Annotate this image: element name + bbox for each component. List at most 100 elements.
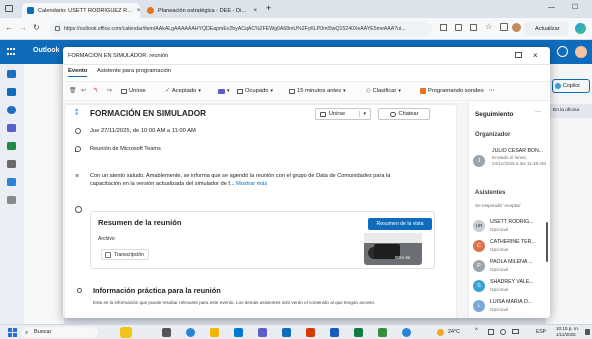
popout-icon[interactable] xyxy=(515,52,522,58)
show-more-link[interactable]: Mostrar más xyxy=(236,181,267,187)
outlook-taskbar-icon[interactable] xyxy=(282,328,291,337)
clock-date[interactable]: 1/12/2025 xyxy=(556,332,576,337)
accepted-dropdown[interactable]: ✓ Aceptado ▾ xyxy=(165,88,201,94)
onedrive-rail-icon[interactable] xyxy=(7,178,16,186)
volume-icon[interactable] xyxy=(500,329,506,335)
transcript-icon xyxy=(105,252,111,258)
join-toolbar-button[interactable]: Unirse xyxy=(121,88,146,94)
store-taskbar-icon[interactable] xyxy=(234,328,243,337)
people-rail-icon[interactable] xyxy=(7,106,16,114)
location-icon xyxy=(75,146,81,152)
close-dialog-icon[interactable]: × xyxy=(533,47,538,65)
attendee-entry[interactable]: S SHADREY VALE... Opcional xyxy=(469,277,549,299)
browser-tab-planeacion[interactable]: Planeación estratégica - DEE - Di… × xyxy=(142,3,262,18)
sidebar-scrollbar[interactable] xyxy=(546,222,548,262)
taskbar-search[interactable]: ⌕ Buscar xyxy=(22,327,98,338)
word-taskbar-icon[interactable] xyxy=(330,328,339,337)
copilot-button[interactable]: Copilot xyxy=(552,79,590,93)
collections-icon[interactable] xyxy=(500,23,508,31)
search-icon: ⌕ xyxy=(25,330,29,336)
copilot-browser-icon[interactable] xyxy=(575,23,586,34)
more-options-button[interactable]: ··· xyxy=(489,88,495,94)
windows-start-icon[interactable] xyxy=(8,328,17,337)
attendee-entry[interactable]: P PAOLA MILENA ... Opcional xyxy=(469,257,549,279)
explorer-taskbar-icon[interactable] xyxy=(210,328,219,337)
account-avatar[interactable] xyxy=(575,46,587,58)
url-field[interactable]: https://outlook.office.com/calendar/item… xyxy=(50,22,432,36)
temperature[interactable]: 24°C xyxy=(448,329,460,335)
notifications-icon[interactable] xyxy=(585,329,590,335)
reminder-dropdown[interactable]: 15 minutos antes ▾ xyxy=(289,88,346,94)
tab-label: Planeación estratégica - DEE - Di… xyxy=(158,7,247,14)
files-rail-icon[interactable] xyxy=(7,160,16,168)
task-view-icon[interactable] xyxy=(162,328,171,337)
chat-button[interactable]: Chatear xyxy=(378,108,430,120)
reply-icon[interactable]: ↩ xyxy=(81,88,86,94)
event-location: Reunión de Microsoft Teams xyxy=(90,146,161,152)
tags-dropdown[interactable]: ▾ xyxy=(218,88,230,94)
delete-icon[interactable]: 🗑 xyxy=(69,88,76,94)
reply-all-icon[interactable]: ↰ xyxy=(93,88,98,94)
back-icon[interactable]: ← xyxy=(5,23,13,32)
tab-asistente[interactable]: Asistente para programación xyxy=(97,68,171,74)
profile-avatar[interactable] xyxy=(512,23,521,32)
join-button[interactable]: Unirse ▾ xyxy=(315,108,371,120)
busy-dropdown[interactable]: Ocupado ▾ xyxy=(237,88,273,94)
edge-taskbar-icon[interactable] xyxy=(186,328,195,337)
reload-icon[interactable]: ↻ xyxy=(33,23,40,32)
teams-taskbar-icon[interactable] xyxy=(258,328,267,337)
tab-actions-icon[interactable] xyxy=(5,5,13,12)
split-screen-icon[interactable] xyxy=(470,24,477,31)
update-button[interactable]: Actualizar ··· xyxy=(524,22,568,46)
browser-tab-calendar[interactable]: Calendario: USETT RODRIGUEZ R… × xyxy=(22,3,140,18)
calendar-rail-icon[interactable] xyxy=(7,88,16,96)
avatar: UR xyxy=(473,220,485,232)
tab-evento[interactable]: Evento xyxy=(68,68,88,77)
busy-label: Ocupado xyxy=(245,88,269,94)
excel-taskbar-icon[interactable] xyxy=(354,328,363,337)
network-icon[interactable] xyxy=(488,329,494,335)
browser-taskbar-icon[interactable] xyxy=(402,328,411,337)
chevron-down-icon[interactable]: ▾ xyxy=(359,111,366,117)
tracking-title: Seguimiento xyxy=(475,111,514,118)
thumbnail-top xyxy=(364,233,422,243)
forward-icon[interactable]: → xyxy=(19,23,27,32)
organizer-entry[interactable]: J JULIO CESAR BON... Enviado el lunes, 2… xyxy=(469,146,549,182)
site-info-icon[interactable] xyxy=(55,26,60,31)
battery-icon[interactable] xyxy=(512,329,519,334)
mail-rail-icon[interactable] xyxy=(7,70,16,78)
poll-button[interactable]: Programando sondeo xyxy=(420,88,484,94)
apps-icon[interactable] xyxy=(455,24,462,31)
attendee-entry[interactable]: UR USETT RODRIG... Opcional xyxy=(469,217,549,239)
powerpoint-taskbar-icon[interactable] xyxy=(306,328,315,337)
outlook-app-name[interactable]: Outlook xyxy=(33,47,59,54)
classify-dropdown[interactable]: ◇ Clasificar ▾ xyxy=(366,88,401,94)
clock-time[interactable]: 10:15 p. m. xyxy=(556,326,579,331)
todo-rail-icon[interactable] xyxy=(7,142,16,150)
recording-duration: 50m 4s xyxy=(395,255,411,260)
maximize-button[interactable]: ☐ xyxy=(572,3,578,11)
attendee-entry[interactable]: C CATHERINE TER... Opcional xyxy=(469,237,549,259)
app-launcher-icon[interactable] xyxy=(7,48,15,56)
sidebar-more-icon[interactable]: ··· xyxy=(535,109,541,115)
forward-event-icon[interactable]: ↪ xyxy=(107,88,112,94)
recording-thumbnail[interactable]: 50m 4s xyxy=(364,233,422,265)
tray-chevron-icon[interactable]: ^ xyxy=(475,328,478,334)
address-bar-row: ← → ↻ https://outlook.office.com/calenda… xyxy=(0,18,592,46)
widgets-icon[interactable] xyxy=(120,327,132,338)
minimize-button[interactable]: — xyxy=(548,4,555,11)
settings-gear-icon[interactable] xyxy=(557,46,568,57)
teams-rail-icon[interactable] xyxy=(7,124,16,132)
favorite-star-icon[interactable]: ☆ xyxy=(485,22,492,31)
new-tab-button[interactable]: + xyxy=(266,3,271,13)
app-taskbar-icon[interactable] xyxy=(378,328,387,337)
tab-close-icon[interactable]: × xyxy=(253,8,257,14)
reader-icon[interactable] xyxy=(440,24,447,31)
attendee-entry[interactable]: L LUISA MARIA O... Opcional xyxy=(469,297,549,318)
language-indicator[interactable]: ESP xyxy=(536,329,546,335)
attendee-role: Opcional xyxy=(490,287,509,292)
view-summary-button[interactable]: Resumen de la vista xyxy=(368,218,432,230)
transcript-chip[interactable]: Transcripción xyxy=(101,249,149,260)
more-apps-rail-icon[interactable] xyxy=(7,196,16,204)
tab-close-icon[interactable]: × xyxy=(137,8,140,14)
